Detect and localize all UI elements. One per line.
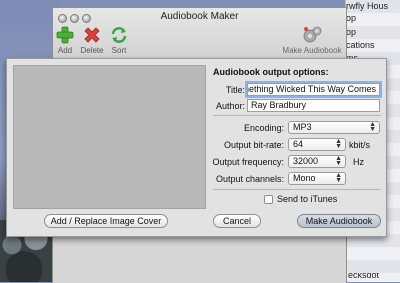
make-audiobook-toolbar-label: Make Audiobook bbox=[282, 46, 342, 55]
frequency-value: 32000 bbox=[293, 156, 319, 166]
frequency-select[interactable]: 32000 ▲ ▼ bbox=[288, 155, 346, 168]
title-label: Title: bbox=[225, 85, 245, 95]
add-replace-cover-button[interactable]: Add / Replace Image Cover bbox=[44, 214, 168, 228]
popup-arrows-icon: ▲ ▼ bbox=[335, 138, 342, 150]
sort-label: Sort bbox=[111, 46, 127, 55]
separator bbox=[213, 189, 381, 190]
plus-icon bbox=[56, 26, 74, 44]
sort-button[interactable]: Sort bbox=[102, 25, 136, 55]
list-stripe bbox=[346, 260, 400, 273]
cancel-button[interactable]: Cancel bbox=[213, 214, 261, 228]
title-field[interactable]: Something Wicked This Way Comes bbox=[247, 83, 380, 96]
delete-x-icon bbox=[84, 27, 100, 43]
popup-arrows-icon: ▲ ▼ bbox=[369, 121, 376, 133]
encoding-label: Encoding: bbox=[243, 123, 284, 133]
encoding-select[interactable]: MP3 ▲ ▼ bbox=[288, 121, 380, 134]
popup-arrows-icon: ▲ ▼ bbox=[335, 155, 342, 167]
frequency-unit: Hz bbox=[353, 157, 364, 167]
list-item[interactable]: op bbox=[346, 27, 400, 37]
frequency-label: Output frequency: bbox=[212, 157, 284, 167]
bitrate-value: 64 bbox=[293, 139, 304, 149]
options-heading: Audiobook output options: bbox=[213, 67, 329, 77]
window-title: Audiobook Maker bbox=[160, 11, 239, 22]
audiobook-options-sheet: Audiobook output options: Title: Somethi… bbox=[6, 58, 387, 237]
cover-image-well[interactable] bbox=[13, 65, 206, 209]
send-to-itunes-label: Send to iTunes bbox=[277, 194, 338, 204]
author-field[interactable]: Ray Bradbury bbox=[247, 99, 380, 112]
channels-select[interactable]: Mono ▲ ▼ bbox=[288, 172, 346, 185]
make-audiobook-toolbar-button[interactable]: Make Audiobook bbox=[281, 25, 343, 55]
audiobook-gears-icon bbox=[303, 26, 322, 43]
separator bbox=[213, 115, 381, 116]
bitrate-select[interactable]: 64 ▲ ▼ bbox=[288, 138, 346, 151]
encoding-value: MP3 bbox=[293, 122, 312, 132]
send-to-itunes-checkbox[interactable] bbox=[264, 195, 273, 204]
make-audiobook-button[interactable]: Make Audiobook bbox=[297, 214, 381, 228]
bitrate-unit: kbit/s bbox=[349, 140, 371, 150]
list-item[interactable]: rwfly Hous bbox=[346, 1, 400, 11]
list-item[interactable]: cations bbox=[346, 40, 400, 50]
channels-label: Output channels: bbox=[215, 174, 284, 184]
sort-arrows-icon bbox=[111, 27, 127, 43]
list-item[interactable]: op bbox=[346, 13, 400, 23]
popup-arrows-icon: ▲ ▼ bbox=[335, 172, 342, 184]
bitrate-label: Output bit-rate: bbox=[223, 140, 284, 150]
channels-value: Mono bbox=[293, 173, 316, 183]
author-label: Author: bbox=[215, 101, 245, 111]
